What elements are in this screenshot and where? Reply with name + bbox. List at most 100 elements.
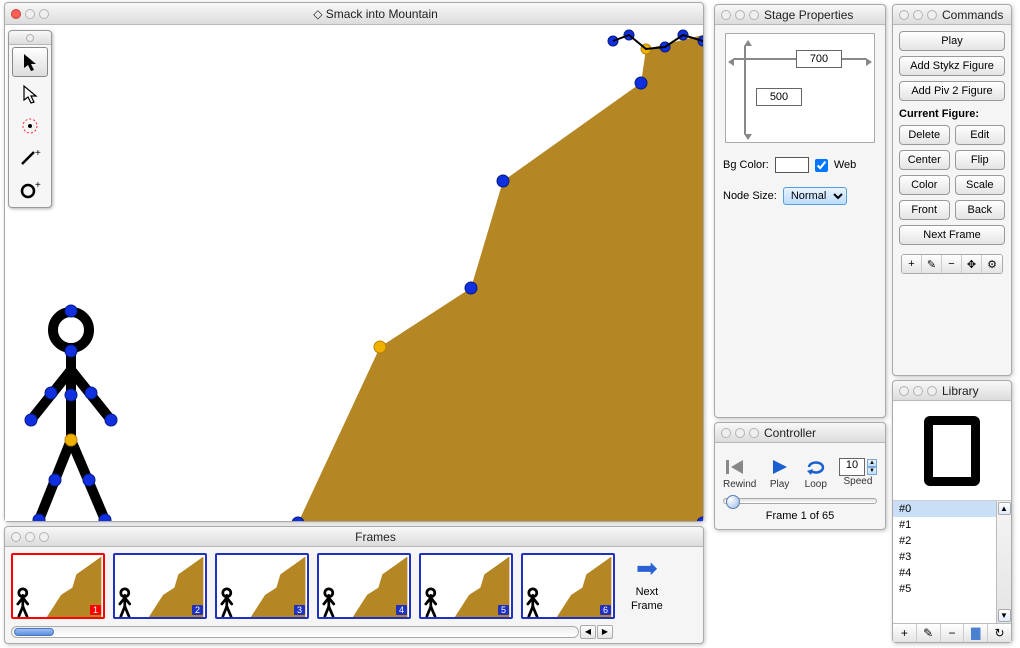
refresh-icon[interactable]: ↻ xyxy=(988,624,1011,642)
slider-thumb[interactable] xyxy=(726,495,740,509)
frame-thumbnail[interactable]: 5 xyxy=(419,553,513,619)
folder-icon[interactable]: ▇ xyxy=(964,624,988,642)
panel-dot xyxy=(721,428,731,438)
rewind-button[interactable] xyxy=(723,455,749,479)
figure-node[interactable] xyxy=(65,345,77,357)
figure-node[interactable] xyxy=(99,514,111,521)
frame-thumbnail[interactable]: 4 xyxy=(317,553,411,619)
next-frame-button[interactable]: ➡ Next Frame xyxy=(631,553,663,612)
stage-height-input[interactable]: 500 xyxy=(756,88,802,106)
scale-button[interactable]: Scale xyxy=(955,175,1006,195)
remove-icon[interactable]: − xyxy=(941,624,965,642)
scrollbar-thumb[interactable] xyxy=(14,628,54,636)
panel-dot xyxy=(749,10,759,20)
speed-input[interactable]: 10 xyxy=(839,458,865,476)
add-stykz-figure-button[interactable]: Add Stykz Figure xyxy=(899,56,1005,76)
document-title: ◇ Smack into Mountain xyxy=(54,7,697,21)
play-button[interactable] xyxy=(767,455,793,479)
add-piv2-figure-button[interactable]: Add Piv 2 Figure xyxy=(899,81,1005,101)
polygon-node[interactable] xyxy=(635,77,647,89)
frames-panel: Frames 1 2 3 4 5 6 ➡ Next Frame xyxy=(4,526,704,644)
figure-node[interactable] xyxy=(83,474,95,486)
figure-origin-node[interactable] xyxy=(65,434,77,446)
frame-thumbnail[interactable]: 3 xyxy=(215,553,309,619)
library-list[interactable]: #0#1#2#3#4#5 xyxy=(893,501,996,623)
stick-figure[interactable] xyxy=(31,312,111,520)
library-shape-icon xyxy=(924,416,980,486)
polygon-origin-node[interactable] xyxy=(374,341,386,353)
stage-width-input[interactable]: 700 xyxy=(796,50,842,68)
edit-icon[interactable]: ✎ xyxy=(917,624,941,642)
library-scrollbar[interactable]: ▲ ▼ xyxy=(996,501,1011,623)
color-button[interactable]: Color xyxy=(899,175,950,195)
polygon-node[interactable] xyxy=(465,282,477,294)
library-item[interactable]: #1 xyxy=(893,517,996,533)
panel-dot xyxy=(735,10,745,20)
polygon-node[interactable] xyxy=(497,175,509,187)
select-outline-tool[interactable] xyxy=(12,79,48,109)
flip-button[interactable]: Flip xyxy=(955,150,1006,170)
edit-icon[interactable]: ✎ xyxy=(922,255,942,273)
library-item[interactable]: #3 xyxy=(893,549,996,565)
frame-number: 2 xyxy=(192,605,203,615)
figure-node[interactable] xyxy=(65,305,77,317)
web-color-checkbox[interactable] xyxy=(815,159,828,172)
figure-node[interactable] xyxy=(85,387,97,399)
frame-status: Frame 1 of 65 xyxy=(723,510,877,522)
next-frame-label-1: Next xyxy=(636,586,659,598)
figure-node[interactable] xyxy=(45,387,57,399)
mountain-shape[interactable] xyxy=(265,35,703,521)
library-item[interactable]: #2 xyxy=(893,533,996,549)
edit-button[interactable]: Edit xyxy=(955,125,1006,145)
commands-toolstrip: + ✎ − ✥ ⚙ xyxy=(901,254,1003,274)
stage-canvas[interactable] xyxy=(5,25,703,521)
add-circle-tool[interactable]: + xyxy=(12,175,48,205)
bg-color-swatch[interactable] xyxy=(775,157,809,173)
library-item[interactable]: #4 xyxy=(893,565,996,581)
scroll-up-icon[interactable]: ▲ xyxy=(998,502,1011,515)
select-solid-tool[interactable] xyxy=(12,47,48,77)
frames-scrollbar[interactable]: ◀ ▶ xyxy=(11,625,613,639)
minimize-icon[interactable] xyxy=(25,9,35,19)
gear-icon[interactable]: ⚙ xyxy=(982,255,1002,273)
figure-node[interactable] xyxy=(49,474,61,486)
delete-button[interactable]: Delete xyxy=(899,125,950,145)
loop-button[interactable] xyxy=(803,455,829,479)
figure-node[interactable] xyxy=(33,514,45,521)
panel-dot xyxy=(927,10,937,20)
frame-thumbnail[interactable]: 2 xyxy=(113,553,207,619)
frame-thumbnail[interactable]: 6 xyxy=(521,553,615,619)
frame-number: 1 xyxy=(90,605,101,615)
toolbox-dot xyxy=(26,34,34,42)
controller-panel: Controller Rewind Play Loop xyxy=(714,422,886,530)
panel-dot xyxy=(25,532,35,542)
zoom-icon[interactable] xyxy=(39,9,49,19)
front-button[interactable]: Front xyxy=(899,200,950,220)
node-size-select[interactable]: Normal xyxy=(783,187,847,205)
back-button[interactable]: Back xyxy=(955,200,1006,220)
figure-node[interactable] xyxy=(25,414,37,426)
bg-color-label: Bg Color: xyxy=(723,159,769,171)
play-button[interactable]: Play xyxy=(899,31,1005,51)
library-item[interactable]: #5 xyxy=(893,581,996,597)
move-icon[interactable]: ✥ xyxy=(962,255,982,273)
add-icon[interactable]: + xyxy=(902,255,922,273)
speed-stepper[interactable]: ▲▼ xyxy=(867,459,877,475)
scroll-right-icon[interactable]: ▶ xyxy=(597,625,613,639)
panel-title: Commands xyxy=(942,8,1005,22)
library-item[interactable]: #0 xyxy=(893,501,996,517)
remove-icon[interactable]: − xyxy=(942,255,962,273)
add-icon[interactable]: + xyxy=(893,624,917,642)
figure-node[interactable] xyxy=(65,389,77,401)
target-tool[interactable] xyxy=(12,111,48,141)
center-button[interactable]: Center xyxy=(899,150,950,170)
add-line-tool[interactable]: + xyxy=(12,143,48,173)
figure-node[interactable] xyxy=(105,414,117,426)
panel-dot xyxy=(899,10,909,20)
next-frame-button[interactable]: Next Frame xyxy=(899,225,1005,245)
frame-slider[interactable] xyxy=(723,498,877,504)
frame-thumbnail[interactable]: 1 xyxy=(11,553,105,619)
close-icon[interactable] xyxy=(11,9,21,19)
scroll-left-icon[interactable]: ◀ xyxy=(580,625,596,639)
scroll-down-icon[interactable]: ▼ xyxy=(998,609,1011,622)
